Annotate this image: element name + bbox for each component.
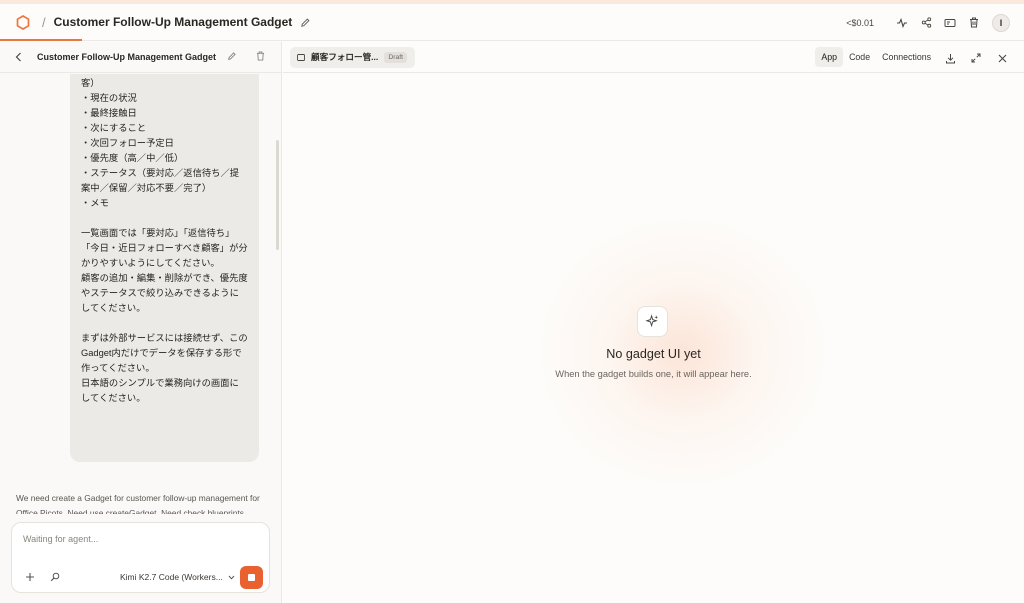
draft-badge: Draft	[384, 51, 408, 63]
tab-code[interactable]: Code	[843, 47, 876, 67]
stop-icon	[248, 574, 255, 581]
activity-icon[interactable]	[890, 11, 914, 35]
cost-indicator: <$0.01	[846, 17, 874, 28]
message-line: ・ステータス（要対応／返信待ち／提案中／保留／対応不要／完了）	[81, 168, 240, 193]
message-paragraph: まずは外部サービスには接続せず、このGadget内だけでデータを保存する形で作っ…	[81, 333, 248, 403]
delete-trash-icon[interactable]	[962, 11, 986, 35]
back-chevron-icon[interactable]	[15, 52, 27, 62]
chat-panel-header: Customer Follow-Up Management Gadget	[0, 42, 281, 73]
model-name: Kimi K2.7 Code (Workers...	[120, 572, 223, 582]
empty-state-title: No gadget UI yet	[606, 347, 701, 361]
empty-state-subtitle: When the gadget builds one, it will appe…	[555, 369, 752, 379]
gadget-title: Customer Follow-Up Management Gadget	[53, 15, 293, 29]
expand-icon[interactable]	[966, 48, 986, 68]
preview-actions	[940, 48, 1012, 68]
top-bar-actions: <$0.01 I	[846, 4, 1010, 41]
view-tabs: App Code Connections	[815, 47, 937, 67]
sparkle-icon	[637, 306, 668, 337]
message-composer[interactable]: Waiting for agent... Kimi K2.7 Code (Wor…	[11, 522, 270, 593]
message-line: ・最終接触日	[81, 108, 137, 118]
rename-pencil-icon[interactable]	[225, 49, 239, 63]
tools-sparkle-icon[interactable]	[49, 571, 61, 583]
breadcrumb-separator: /	[42, 14, 46, 30]
close-icon[interactable]	[992, 48, 1012, 68]
chat-panel: Customer Follow-Up Management Gadget 客） …	[0, 42, 282, 603]
top-bar: / Customer Follow-Up Management Gadget <…	[0, 4, 1024, 41]
hexagon-logo-icon[interactable]	[15, 14, 31, 30]
agent-reasoning-text: We need create a Gadget for customer fol…	[16, 493, 260, 514]
preview-window-icon[interactable]	[938, 11, 962, 35]
gadget-tab-label: 顧客フォロー管...	[311, 52, 379, 62]
message-line: ・優先度（高／中／低）	[81, 153, 184, 163]
share-icon[interactable]	[914, 11, 938, 35]
tab-connections[interactable]: Connections	[876, 47, 937, 67]
message-line: ・現在の状況	[81, 93, 137, 103]
user-message-bubble: 客） ・現在の状況 ・最終接触日 ・次にすること ・次回フォロー予定日 ・優先度…	[70, 74, 259, 462]
chat-messages[interactable]: 客） ・現在の状況 ・最終接触日 ・次にすること ・次回フォロー予定日 ・優先度…	[0, 74, 281, 514]
message-line: ・次回フォロー予定日	[81, 138, 174, 148]
user-avatar[interactable]: I	[992, 13, 1010, 32]
composer-placeholder[interactable]: Waiting for agent...	[23, 534, 98, 544]
chat-scrollbar[interactable]	[276, 140, 279, 250]
preview-header: 顧客フォロー管... Draft App Code Connections	[283, 42, 1024, 73]
stop-generation-button[interactable]	[240, 566, 263, 589]
model-selector[interactable]: Kimi K2.7 Code (Workers...	[120, 572, 235, 582]
tab-app[interactable]: App	[815, 47, 844, 67]
message-line: 客）	[81, 78, 100, 88]
chevron-down-icon	[228, 575, 235, 580]
preview-panel: 顧客フォロー管... Draft App Code Connections No…	[283, 42, 1024, 603]
download-icon[interactable]	[940, 48, 960, 68]
delete-chat-trash-icon[interactable]	[253, 49, 267, 63]
chat-panel-actions	[225, 49, 267, 63]
message-line: ・メモ	[81, 198, 109, 208]
message-paragraph: 一覧画面では「要対応」「返信待ち」「今日・近日フォローすべき顧客」が分かりやすい…	[81, 228, 248, 313]
chat-panel-title: Customer Follow-Up Management Gadget	[37, 52, 217, 62]
window-icon	[297, 53, 305, 61]
top-bar-accent	[0, 39, 82, 41]
gadget-tab[interactable]: 顧客フォロー管... Draft	[290, 46, 416, 68]
edit-title-pencil-icon[interactable]	[300, 15, 314, 29]
message-line: ・次にすること	[81, 123, 147, 133]
add-attachment-plus-icon[interactable]	[24, 571, 36, 583]
